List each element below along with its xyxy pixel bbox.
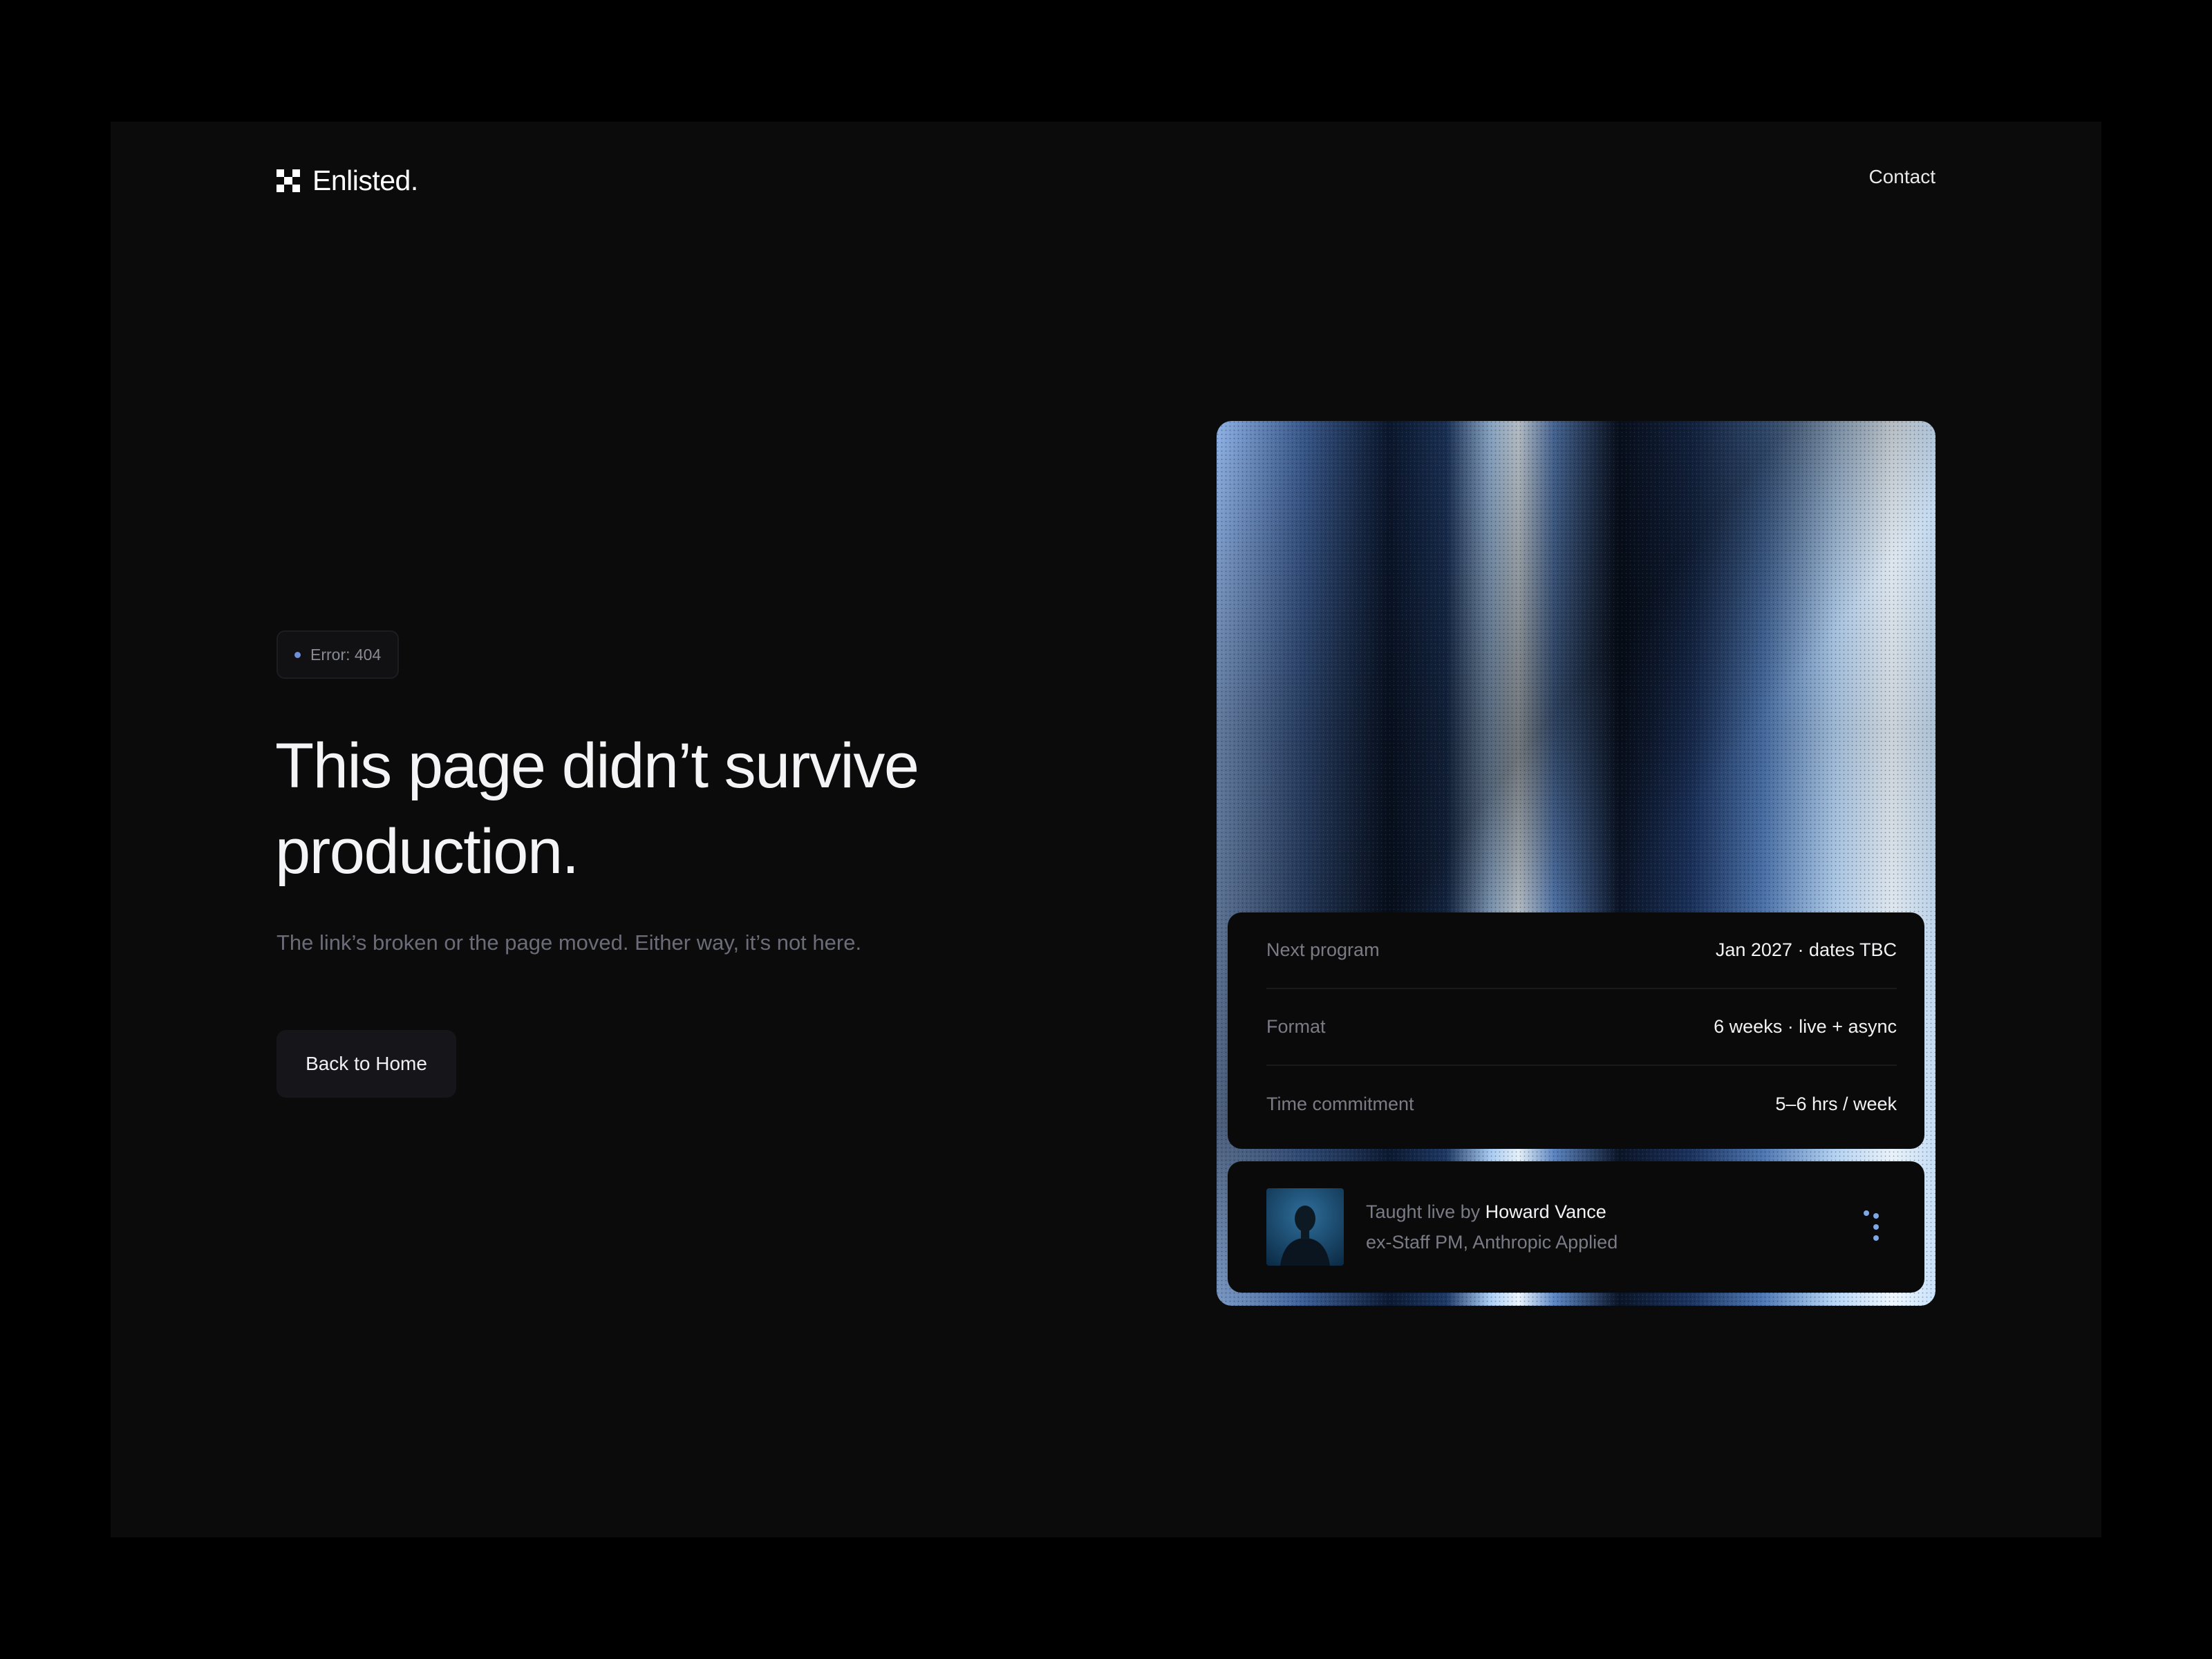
logo-text: Enlisted.	[312, 165, 418, 196]
taught-prefix: Taught live by	[1366, 1201, 1481, 1222]
page-title-line-1: This page didn’t survive	[275, 731, 919, 801]
error-code: Error: 404	[310, 645, 382, 664]
checker-grid-icon	[276, 169, 300, 193]
page-title-line-2: production.	[275, 816, 579, 887]
detail-label: Format	[1266, 1016, 1326, 1037]
avatar	[1266, 1188, 1344, 1266]
page-frame: Enlisted. Contact Error: 404 This page d…	[111, 122, 2101, 1537]
error-badge: Error: 404	[276, 630, 400, 679]
detail-row-time-commitment: Time commitment 5–6 hrs / week	[1266, 1066, 1897, 1143]
detail-value: 5–6 hrs / week	[1775, 1094, 1897, 1114]
instructor-line: Taught live by Howard Vance	[1366, 1197, 1858, 1227]
detail-value: 6 weeks · live + async	[1714, 1016, 1897, 1037]
instructor-panel: Taught live by Howard Vance ex-Staff PM,…	[1228, 1161, 1924, 1293]
program-details: Next program Jan 2027 · dates TBC Format…	[1228, 912, 1924, 1149]
detail-row-next-program: Next program Jan 2027 · dates TBC	[1266, 912, 1897, 989]
logo[interactable]: Enlisted.	[276, 165, 418, 197]
instructor-name: Howard Vance	[1485, 1201, 1606, 1222]
instructor-role: ex-Staff PM, Anthropic Applied	[1366, 1232, 1618, 1253]
dots-more-icon[interactable]	[1858, 1206, 1886, 1248]
detail-value: Jan 2027 · dates TBC	[1715, 939, 1897, 960]
back-to-home-button[interactable]: Back to Home	[276, 1030, 456, 1098]
detail-label: Next program	[1266, 939, 1380, 960]
detail-label: Time commitment	[1266, 1094, 1414, 1114]
error-description: The link’s broken or the page moved. Eit…	[276, 930, 862, 955]
page-title: This page didn’t survive production.	[275, 723, 1105, 894]
program-card: Next program Jan 2027 · dates TBC Format…	[1217, 421, 1936, 1306]
status-dot-icon	[294, 651, 301, 658]
detail-row-format: Format 6 weeks · live + async	[1266, 989, 1897, 1066]
contact-link[interactable]: Contact	[1869, 166, 1936, 188]
instructor-info: Taught live by Howard Vance ex-Staff PM,…	[1366, 1197, 1858, 1257]
